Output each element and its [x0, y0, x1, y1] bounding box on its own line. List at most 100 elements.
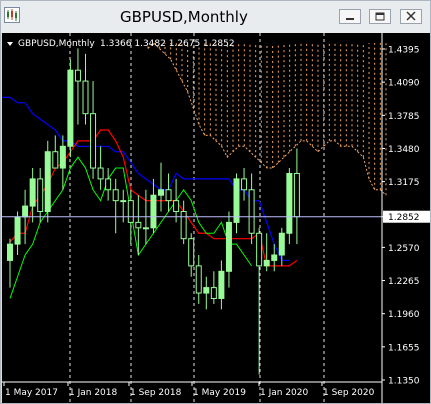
candle[interactable]: [248, 173, 255, 245]
candle[interactable]: [241, 168, 248, 201]
candle[interactable]: [188, 233, 195, 277]
x-tick-label: 1 Sep 2018: [130, 388, 182, 398]
candle[interactable]: [293, 148, 300, 245]
bull-candle-body: [263, 259, 270, 267]
bull-candle-body: [225, 221, 232, 272]
y-tick-label: 1.3785: [388, 112, 420, 122]
y-tick-label: 1.3175: [388, 178, 420, 188]
candle[interactable]: [203, 276, 210, 310]
candle[interactable]: [105, 168, 112, 201]
x-tick-label: 1 Jan 2018: [69, 388, 117, 398]
candle[interactable]: [37, 168, 44, 223]
y-tick-label: 1.2570: [388, 244, 420, 254]
bear-candle-body: [127, 200, 134, 223]
y-tick-label: 1.3480: [388, 145, 420, 155]
bear-candle-body: [180, 211, 187, 240]
bull-candle-body: [203, 287, 210, 294]
x-tick-label: 1 Sep 2020: [323, 388, 375, 398]
candle[interactable]: [180, 200, 187, 245]
bear-candle-body: [97, 167, 104, 180]
candle[interactable]: [210, 271, 217, 304]
chart-bars-icon: [4, 7, 20, 23]
candle[interactable]: [59, 135, 66, 190]
bull-candle-body: [142, 227, 149, 230]
candle[interactable]: [44, 140, 51, 223]
ohlc-values: 1.3366 1.3482 1.2675 1.2852: [100, 39, 235, 49]
candle[interactable]: [82, 53, 89, 125]
x-tick-label: 1 Jan 2020: [260, 388, 308, 398]
candlestick-chart[interactable]: 1.4395 1.4090 1.3785 1.3480 1.3175 1.2852 1.25…: [2, 33, 430, 403]
candle[interactable]: [256, 227, 263, 375]
bull-candle-body: [67, 69, 74, 147]
candle[interactable]: [218, 260, 225, 310]
candle[interactable]: [67, 59, 74, 158]
restore-button[interactable]: [369, 9, 391, 24]
bear-candle-body: [173, 200, 180, 213]
bull-candle-body: [218, 270, 225, 299]
y-tick-label: 1.4395: [388, 46, 420, 56]
x-tick-label: 1 May 2017: [5, 388, 58, 398]
bear-candle-body: [165, 189, 172, 202]
title-bar[interactable]: GBPUSD,Monthly: [1, 1, 430, 33]
candle[interactable]: [112, 178, 119, 234]
bear-candle-body: [188, 238, 195, 267]
chart-window: GBPUSD,Monthly 1.4395 1.4090 1.3785 1.3480 1…: [0, 0, 431, 404]
candle[interactable]: [90, 81, 97, 179]
bear-candle-body: [112, 189, 119, 202]
candle[interactable]: [150, 178, 157, 234]
candle[interactable]: [14, 211, 21, 255]
bull-candle-body: [59, 145, 66, 169]
bull-candle-body: [44, 151, 51, 213]
y-tick-label: 1.1960: [388, 310, 420, 320]
bull-candle-body: [286, 172, 293, 234]
candle[interactable]: [52, 135, 59, 169]
candle[interactable]: [195, 254, 202, 304]
candle[interactable]: [173, 178, 180, 223]
collapse-triangle-icon[interactable]: [7, 42, 13, 46]
candle[interactable]: [120, 189, 127, 223]
candle[interactable]: [74, 48, 81, 125]
bear-candle-body: [105, 178, 112, 191]
minimize-button[interactable]: [339, 9, 361, 24]
candle[interactable]: [97, 146, 104, 190]
candle[interactable]: [158, 162, 164, 212]
restore-icon: [375, 12, 385, 21]
candle[interactable]: [263, 233, 270, 272]
bear-candle-body: [195, 265, 202, 294]
bear-candle-body: [293, 172, 300, 218]
y-tick-label: 1.4090: [388, 79, 420, 89]
candle[interactable]: [165, 173, 172, 212]
bear-candle-body: [52, 151, 59, 169]
bear-candle-body: [74, 69, 81, 82]
bull-candle-body: [278, 232, 285, 256]
bear-candle-body: [256, 232, 263, 267]
y-tick-label: 1.1655: [388, 343, 420, 353]
bear-candle-body: [241, 178, 248, 191]
close-button[interactable]: [400, 9, 422, 24]
bull-candle-body: [120, 200, 127, 203]
bull-candle-body: [271, 254, 278, 261]
bull-candle-body: [22, 205, 29, 218]
candle[interactable]: [286, 168, 293, 245]
bull-candle-body: [14, 216, 21, 245]
y-tick-label: 1.1350: [388, 377, 420, 387]
candle[interactable]: [7, 238, 13, 288]
bull-candle-body: [7, 243, 13, 261]
bear-candle-body: [135, 221, 142, 229]
candle[interactable]: [225, 211, 232, 288]
bear-candle-body: [248, 189, 255, 234]
bull-candle-body: [233, 178, 240, 223]
bear-candle-body: [37, 178, 44, 213]
kumo-upper-line: [147, 42, 387, 196]
candle[interactable]: [233, 173, 240, 234]
bull-candle-body: [158, 189, 164, 196]
bear-candle-body: [90, 113, 97, 169]
price-chart[interactable]: 1.4395 1.4090 1.3785 1.3480 1.3175 1.2852 1.25…: [2, 33, 430, 403]
x-tick-label: 1 May 2019: [193, 388, 246, 398]
window-title: GBPUSD,Monthly: [120, 8, 248, 26]
y-tick-label: 1.2265: [388, 277, 420, 287]
bull-candle-body: [29, 178, 36, 207]
current-price-label: 1.2852: [388, 213, 420, 223]
bull-candle-body: [150, 194, 157, 229]
bear-candle-body: [82, 80, 89, 115]
